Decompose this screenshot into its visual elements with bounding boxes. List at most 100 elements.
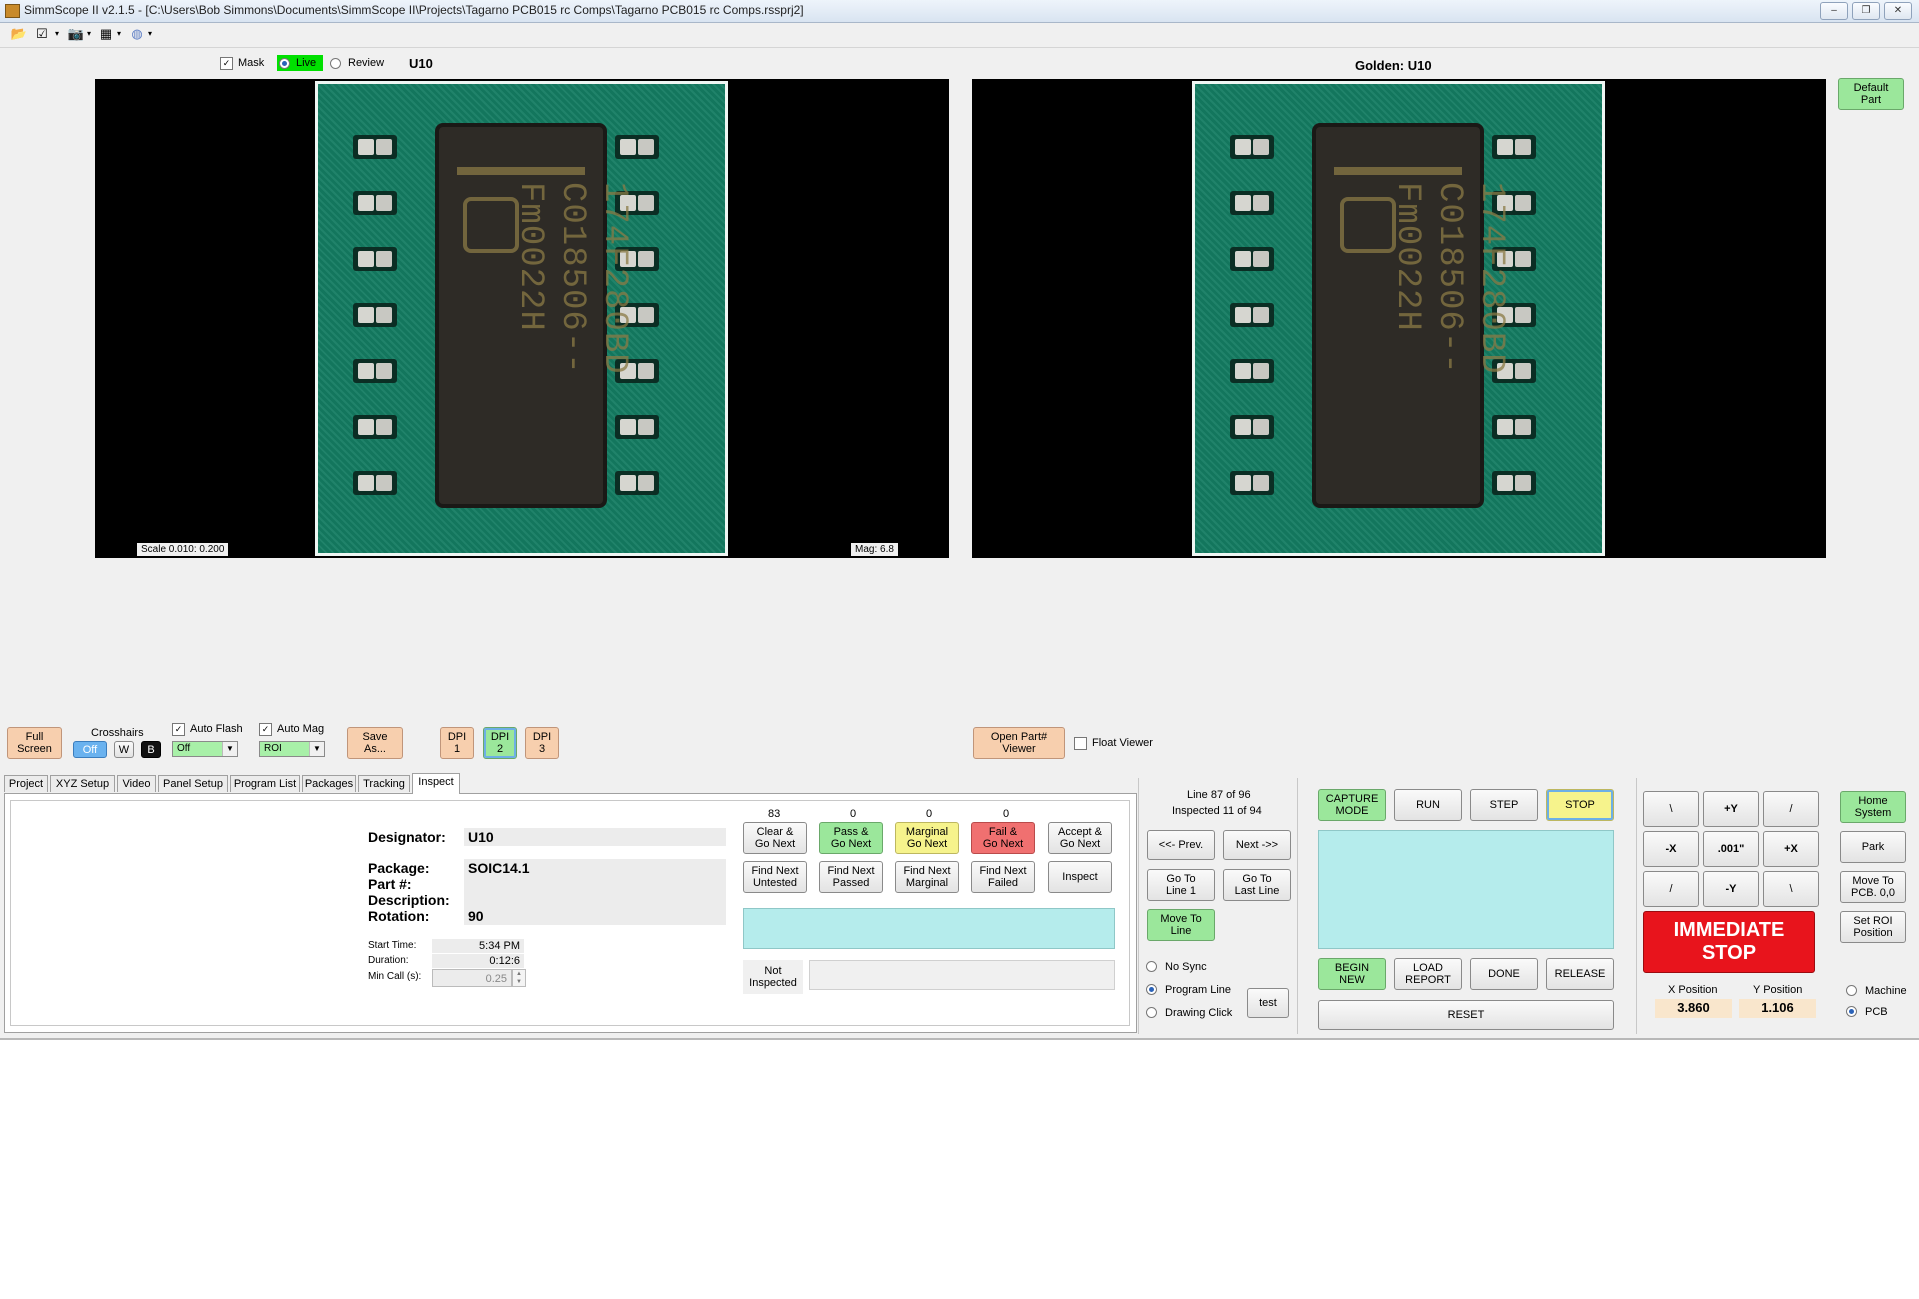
- tab-packages[interactable]: Packages: [302, 775, 356, 792]
- prev-button[interactable]: <<- Prev.: [1147, 830, 1215, 860]
- inspect-button[interactable]: Inspect: [1048, 861, 1112, 893]
- immediate-stop-button[interactable]: IMMEDIATE STOP: [1643, 911, 1815, 973]
- auto-mag-checkbox[interactable]: ✓: [259, 723, 272, 736]
- auto-flash-value: Off: [177, 743, 191, 754]
- part-number-label: Part #:: [368, 876, 412, 892]
- minimize-button[interactable]: –: [1820, 2, 1848, 20]
- step-button[interactable]: STEP: [1470, 789, 1538, 821]
- golden-view[interactable]: 174F280BD C018506-- Fm0022H: [972, 79, 1826, 558]
- solder-pad: [615, 471, 659, 495]
- save-as-button[interactable]: Save As...: [347, 727, 403, 759]
- line-status: Line 87 of 96: [1187, 789, 1251, 801]
- jog-down-right-button[interactable]: \: [1763, 871, 1819, 907]
- find-next-passed-button[interactable]: Find Next Passed: [819, 861, 883, 893]
- jog-plus-y-button[interactable]: +Y: [1703, 791, 1759, 827]
- begin-new-button[interactable]: BEGIN NEW: [1318, 958, 1386, 990]
- no-sync-radio[interactable]: [1146, 961, 1157, 972]
- app-icon: [5, 4, 20, 18]
- program-line-radio[interactable]: [1146, 984, 1157, 995]
- tab-panel-setup[interactable]: Panel Setup: [158, 775, 228, 792]
- park-button[interactable]: Park: [1840, 831, 1906, 863]
- auto-flash-checkbox[interactable]: ✓: [172, 723, 185, 736]
- jog-minus-y-button[interactable]: -Y: [1703, 871, 1759, 907]
- auto-mag-select[interactable]: ROI ▼: [259, 741, 325, 757]
- chevron-down-icon[interactable]: ▼: [309, 742, 324, 756]
- clear-go-next-button[interactable]: Clear & Go Next: [743, 822, 807, 854]
- release-button[interactable]: RELEASE: [1546, 958, 1614, 990]
- load-report-button[interactable]: LOAD REPORT: [1394, 958, 1462, 990]
- solder-pad: [615, 135, 659, 159]
- set-roi-position-button[interactable]: Set ROI Position: [1840, 911, 1906, 943]
- float-viewer-checkbox[interactable]: [1074, 737, 1087, 750]
- jog-step-button[interactable]: .001": [1703, 831, 1759, 867]
- marginal-go-next-button[interactable]: Marginal Go Next: [895, 822, 959, 854]
- live-radio[interactable]: [279, 58, 290, 69]
- open-part-viewer-button[interactable]: Open Part# Viewer: [973, 727, 1065, 759]
- move-to-line-button[interactable]: Move To Line: [1147, 909, 1215, 941]
- inspection-note-field[interactable]: [809, 960, 1115, 990]
- next-button[interactable]: Next ->>: [1223, 830, 1291, 860]
- jog-up-right-button[interactable]: /: [1763, 791, 1819, 827]
- default-part-button[interactable]: Default Part: [1838, 78, 1904, 110]
- capture-mode-button[interactable]: CAPTURE MODE: [1318, 789, 1386, 821]
- chip-marking: 174F280BD C018506-- Fm0022H: [511, 182, 633, 375]
- restore-button[interactable]: ❐: [1852, 2, 1880, 20]
- mask-checkbox[interactable]: ✓: [220, 57, 233, 70]
- live-camera-view[interactable]: 174F280BD C018506-- Fm0022H Scale 0.010:…: [95, 79, 949, 558]
- clear-count: 83: [768, 808, 781, 820]
- pass-go-next-button[interactable]: Pass & Go Next: [819, 822, 883, 854]
- solder-pad: [1230, 135, 1274, 159]
- chip-marking: 174F280BD C018506-- Fm0022H: [1388, 182, 1510, 375]
- move-to-pcb-button[interactable]: Move To PCB. 0,0: [1840, 871, 1906, 903]
- chevron-down-icon[interactable]: ▼: [222, 742, 237, 756]
- run-button[interactable]: RUN: [1394, 789, 1462, 821]
- tab-video[interactable]: Video: [117, 775, 156, 792]
- tab-program-list[interactable]: Program List: [230, 775, 300, 792]
- dpi-2-button[interactable]: DPI 2: [483, 727, 517, 759]
- fail-go-next-button[interactable]: Fail & Go Next: [971, 822, 1035, 854]
- chevron-down-icon[interactable]: ▾: [48, 26, 66, 42]
- chevron-down-icon[interactable]: ▾: [80, 26, 98, 42]
- dpi-3-button[interactable]: DPI 3: [525, 727, 559, 759]
- find-next-untested-button[interactable]: Find Next Untested: [743, 861, 807, 893]
- solder-pad: [353, 471, 397, 495]
- tab-tracking[interactable]: Tracking: [358, 775, 410, 792]
- find-next-marginal-button[interactable]: Find Next Marginal: [895, 861, 959, 893]
- done-button[interactable]: DONE: [1470, 958, 1538, 990]
- crosshairs-black-button[interactable]: B: [141, 741, 161, 758]
- go-to-last-line-button[interactable]: Go To Last Line: [1223, 869, 1291, 901]
- machine-coords-label: Machine: [1865, 985, 1907, 997]
- home-system-button[interactable]: Home System: [1840, 791, 1906, 823]
- review-radio[interactable]: [330, 58, 341, 69]
- find-next-failed-button[interactable]: Find Next Failed: [971, 861, 1035, 893]
- tab-inspect[interactable]: Inspect: [412, 773, 460, 794]
- chevron-down-icon[interactable]: ▾: [141, 26, 159, 42]
- full-screen-button[interactable]: Full Screen: [7, 727, 62, 759]
- reset-button[interactable]: RESET: [1318, 1000, 1614, 1030]
- accept-go-next-button[interactable]: Accept & Go Next: [1048, 822, 1112, 854]
- dpi-1-button[interactable]: DPI 1: [440, 727, 474, 759]
- close-button[interactable]: ✕: [1884, 2, 1912, 20]
- auto-flash-select[interactable]: Off ▼: [172, 741, 238, 757]
- pcb-coords-radio[interactable]: [1846, 1006, 1857, 1017]
- jog-minus-x-button[interactable]: -X: [1643, 831, 1699, 867]
- go-to-line1-button[interactable]: Go To Line 1: [1147, 869, 1215, 901]
- tab-project[interactable]: Project: [4, 775, 48, 792]
- machine-coords-radio[interactable]: [1846, 985, 1857, 996]
- crosshairs-white-button[interactable]: W: [114, 741, 134, 758]
- tab-xyz-setup[interactable]: XYZ Setup: [50, 775, 115, 792]
- inspected-status: Inspected 11 of 94: [1172, 805, 1262, 817]
- solder-pad: [1230, 359, 1274, 383]
- stop-button[interactable]: STOP: [1546, 789, 1614, 821]
- drawing-click-radio[interactable]: [1146, 1007, 1157, 1018]
- min-call-spinner[interactable]: ▲ ▼: [512, 969, 526, 987]
- jog-plus-x-button[interactable]: +X: [1763, 831, 1819, 867]
- chevron-down-icon[interactable]: ▾: [110, 26, 128, 42]
- jog-up-left-button[interactable]: \: [1643, 791, 1699, 827]
- test-button[interactable]: test: [1247, 988, 1289, 1018]
- min-call-input[interactable]: 0.25: [432, 969, 512, 987]
- jog-down-left-button[interactable]: /: [1643, 871, 1699, 907]
- crosshairs-off-button[interactable]: Off: [73, 741, 107, 758]
- open-folder-icon[interactable]: 📂: [10, 26, 28, 42]
- x-position-value: 3.860: [1655, 999, 1732, 1018]
